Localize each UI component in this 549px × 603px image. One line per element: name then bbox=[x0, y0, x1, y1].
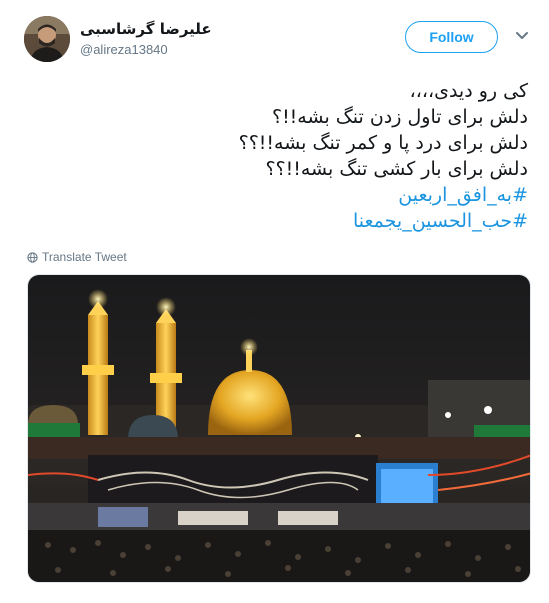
tweet-media-image[interactable] bbox=[27, 274, 531, 583]
tweet-line: دلش برای درد پا و کمر تنگ بشه!!؟؟ bbox=[238, 132, 528, 154]
user-handle[interactable]: @alireza13840 bbox=[80, 42, 168, 57]
user-avatar[interactable] bbox=[24, 16, 70, 62]
shrine-photo bbox=[28, 275, 530, 582]
globe-icon bbox=[27, 251, 38, 263]
tweet-text: کی رو دیدی،،،، دلش برای تاول زدن تنگ بشه… bbox=[28, 78, 528, 234]
follow-button[interactable]: Follow bbox=[405, 21, 498, 53]
tweet-line: دلش برای بار کشی تنگ بشه!!؟؟ bbox=[265, 158, 528, 180]
user-display-name[interactable]: علیرضا گرشاسبی bbox=[80, 20, 212, 38]
avatar-photo-icon bbox=[24, 16, 70, 62]
translate-label: Translate Tweet bbox=[42, 250, 127, 264]
hashtag-link[interactable]: #به_افق_اربعین bbox=[28, 182, 528, 208]
tweet-line: کی رو دیدی،،،، bbox=[409, 80, 528, 102]
tweet-line: دلش برای تاول زدن تنگ بشه!!؟ bbox=[271, 106, 528, 128]
hashtag-link[interactable]: #حب_الحسین_یجمعنا bbox=[28, 208, 528, 234]
chevron-down-icon[interactable] bbox=[515, 30, 529, 42]
translate-tweet-link[interactable]: Translate Tweet bbox=[27, 250, 127, 264]
